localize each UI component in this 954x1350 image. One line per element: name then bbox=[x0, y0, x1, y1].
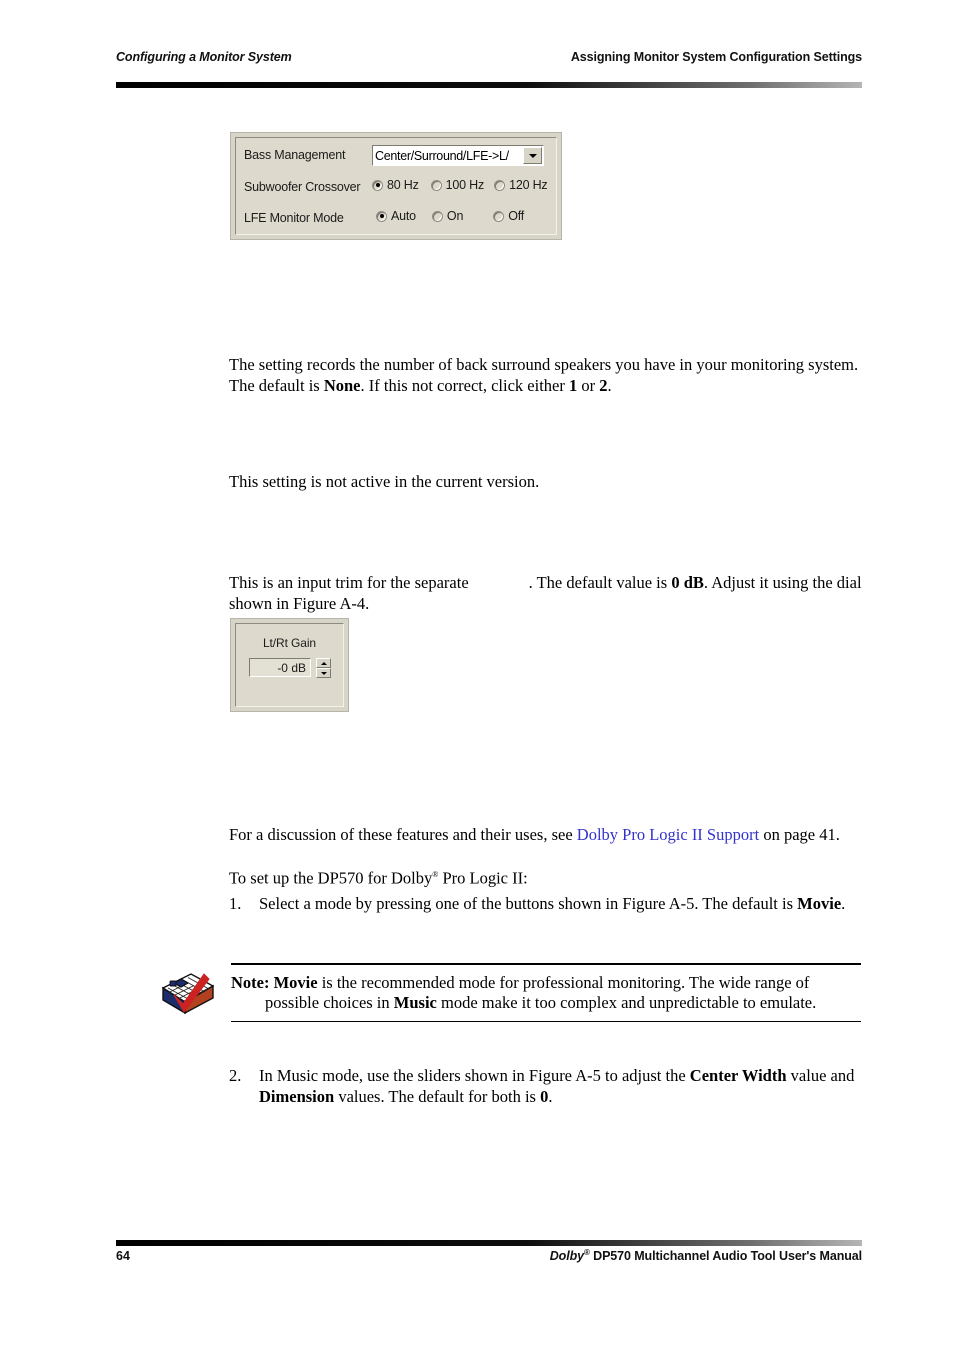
lfe-monitor-mode-radio-group: Auto On Off bbox=[376, 209, 524, 223]
radio-button-icon bbox=[430, 179, 442, 191]
footer-manual-title: Dolby® DP570 Multichannel Audio Tool Use… bbox=[550, 1248, 862, 1263]
bass-management-row: Bass Management Center/Surround/LFE->L/ bbox=[244, 145, 554, 166]
lt-rt-gain-stepper[interactable] bbox=[316, 658, 331, 678]
bold-center-width: Center Width bbox=[689, 1066, 787, 1085]
paragraph-back-surround: The setting records the number of back s… bbox=[229, 355, 863, 396]
paragraph-text: . If this not correct, click either bbox=[360, 375, 569, 395]
paragraph-text: For a discussion of these features and t… bbox=[229, 825, 577, 844]
radio-120hz[interactable]: 120 Hz bbox=[494, 178, 548, 192]
step-marker: 1. bbox=[229, 894, 242, 913]
radio-100hz[interactable]: 100 Hz bbox=[430, 178, 485, 192]
lt-rt-gain-dialog[interactable]: Lt/Rt Gain -0 dB bbox=[230, 618, 349, 712]
bold-none: None bbox=[323, 375, 361, 395]
arrow-up-icon bbox=[320, 661, 327, 665]
paragraph-text: or bbox=[577, 375, 600, 395]
paragraph-text: Pro Logic II: bbox=[438, 868, 528, 888]
radio-auto[interactable]: Auto bbox=[376, 209, 416, 223]
stepper-down-button[interactable] bbox=[316, 668, 331, 678]
step-marker: 2. bbox=[229, 1066, 242, 1085]
note-clipboard-checkmark-icon bbox=[157, 968, 219, 1024]
page-header: Configuring a Monitor System Assigning M… bbox=[116, 50, 862, 72]
lfe-monitor-mode-label: LFE Monitor Mode bbox=[244, 211, 344, 225]
radio-off[interactable]: Off bbox=[493, 209, 524, 223]
paragraph-text: In Music mode, use the sliders shown in … bbox=[259, 1066, 690, 1085]
radio-on[interactable]: On bbox=[431, 209, 464, 223]
note-block: Note: Movie is the recommended mode for … bbox=[231, 963, 861, 1023]
header-section-title: Assigning Monitor System Configuration S… bbox=[570, 50, 862, 64]
page-number: 64 bbox=[116, 1249, 130, 1264]
lt-rt-gain-dialog-inner: Lt/Rt Gain -0 dB bbox=[235, 623, 344, 707]
bass-management-dropdown-value: Center/Surround/LFE->L/ bbox=[375, 148, 509, 163]
paragraph-not-active: This setting is not active in the curren… bbox=[229, 472, 540, 491]
bass-management-dialog[interactable]: Bass Management Center/Surround/LFE->L/ … bbox=[230, 132, 562, 240]
link-dolby-pro-logic-ii-support[interactable]: Dolby Pro Logic II Support bbox=[577, 825, 759, 844]
note-bottom-rule bbox=[231, 1020, 861, 1023]
header-chapter-title: Configuring a Monitor System bbox=[116, 50, 292, 64]
paragraph-input-trim: This is an input trim for the separate . … bbox=[229, 573, 863, 614]
paragraph-text: values. The default for both is bbox=[334, 1086, 541, 1106]
radio-on-label: On bbox=[446, 209, 464, 223]
step-text: In Music mode, use the sliders shown in … bbox=[259, 1066, 863, 1107]
step-text: Select a mode by pressing one of the but… bbox=[259, 894, 863, 915]
arrow-down-icon bbox=[320, 671, 327, 675]
chevron-down-icon bbox=[528, 153, 537, 158]
paragraph-text: . bbox=[607, 375, 612, 395]
bass-management-dialog-inner: Bass Management Center/Surround/LFE->L/ … bbox=[235, 137, 557, 235]
paragraph-text: on page 41. bbox=[759, 825, 840, 844]
note-body: Note: Movie is the recommended mode for … bbox=[231, 965, 861, 1021]
bass-management-dropdown[interactable]: Center/Surround/LFE->L/ bbox=[372, 145, 544, 166]
radio-button-icon bbox=[372, 179, 383, 191]
lt-rt-gain-value-field[interactable]: -0 dB bbox=[249, 658, 311, 677]
radio-button-icon bbox=[376, 210, 387, 222]
page-footer: 64 Dolby® DP570 Multichannel Audio Tool … bbox=[116, 1248, 862, 1270]
paragraph-text: is the recommended mode for professional… bbox=[317, 972, 810, 992]
paragraph-text: To set up the DP570 for Dolby bbox=[229, 868, 433, 888]
paragraph-discussion: For a discussion of these features and t… bbox=[229, 825, 863, 846]
radio-120hz-label: 120 Hz bbox=[509, 178, 548, 192]
list-item-step-1: 1. Select a mode by pressing one of the … bbox=[229, 894, 863, 915]
paragraph-text: Select a mode by pressing one of the but… bbox=[259, 894, 798, 913]
bass-management-label: Bass Management bbox=[244, 148, 346, 162]
lt-rt-gain-caption: Lt/Rt Gain bbox=[262, 636, 317, 650]
bold-zero-db: 0 dB bbox=[671, 573, 704, 592]
subwoofer-crossover-radio-group: 80 Hz 100 Hz 120 Hz bbox=[372, 178, 548, 192]
paragraph-text: value and bbox=[786, 1066, 855, 1085]
footer-rule bbox=[116, 1240, 862, 1246]
note-label: Note: bbox=[231, 972, 270, 992]
subwoofer-crossover-row: Subwoofer Crossover 80 Hz 100 Hz 120 Hz bbox=[244, 178, 554, 194]
radio-80hz[interactable]: 80 Hz bbox=[372, 178, 419, 192]
radio-button-icon bbox=[494, 179, 506, 191]
radio-button-icon bbox=[431, 210, 443, 222]
paragraph-text: mode make it too complex and unpredictab… bbox=[436, 993, 817, 1013]
dropdown-button[interactable] bbox=[523, 147, 542, 164]
header-rule bbox=[116, 82, 862, 88]
paragraph-setup-intro: To set up the DP570 for Dolby® Pro Logic… bbox=[229, 865, 863, 889]
paragraph-text: . The default value is bbox=[528, 573, 672, 592]
bold-music: Music bbox=[393, 993, 437, 1013]
lfe-monitor-mode-row: LFE Monitor Mode Auto On Off bbox=[244, 209, 554, 225]
bold-one: 1 bbox=[568, 375, 578, 395]
list-item-step-2: 2. In Music mode, use the sliders shown … bbox=[229, 1066, 863, 1107]
radio-100hz-label: 100 Hz bbox=[445, 178, 485, 192]
paragraph-text: . bbox=[841, 894, 846, 913]
note-second-line: possible choices in Music mode make it t… bbox=[231, 993, 861, 1014]
brand-name: Dolby bbox=[549, 1249, 584, 1264]
paragraph-text: possible choices in bbox=[265, 993, 394, 1013]
bold-dimension: Dimension bbox=[259, 1086, 335, 1106]
paragraph-text: . bbox=[548, 1086, 553, 1106]
radio-off-label: Off bbox=[508, 209, 525, 223]
radio-auto-label: Auto bbox=[391, 209, 416, 223]
bold-movie: Movie bbox=[797, 894, 842, 913]
bold-movie: Movie bbox=[273, 972, 318, 992]
manual-title-text: DP570 Multichannel Audio Tool User's Man… bbox=[589, 1249, 862, 1264]
paragraph-text: This is an input trim for the separate bbox=[229, 573, 469, 592]
stepper-up-button[interactable] bbox=[316, 658, 331, 668]
radio-80hz-label: 80 Hz bbox=[387, 178, 419, 192]
subwoofer-crossover-label: Subwoofer Crossover bbox=[244, 180, 361, 194]
lt-rt-gain-control: -0 dB bbox=[249, 658, 331, 678]
radio-button-icon bbox=[493, 210, 505, 222]
